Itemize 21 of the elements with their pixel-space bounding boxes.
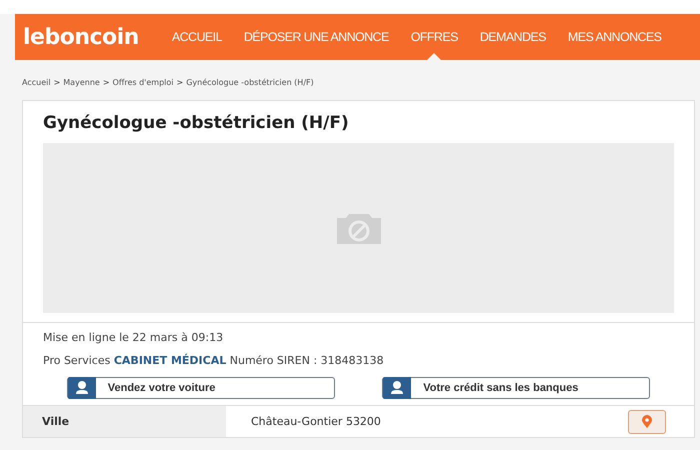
detail-value: Château-Gontier 53200: [250, 415, 382, 428]
nav-tab[interactable]: OFFRES: [400, 14, 469, 60]
breadcrumb-separator: >: [176, 78, 184, 89]
nav-tab[interactable]: DÉPOSER UNE ANNONCE: [232, 14, 400, 60]
breadcrumb-separator: >: [54, 78, 60, 89]
breadcrumb-link[interactable]: Accueil: [22, 78, 51, 100]
ad-title: Gynécologue -obstétricien (H/F): [42, 112, 350, 135]
promo-button[interactable]: Vendez votre voiture: [66, 377, 335, 399]
detail-label: Ville: [23, 406, 226, 437]
map-pin-button[interactable]: [628, 410, 666, 434]
promo-button[interactable]: Votre crédit sans les banques: [382, 377, 650, 399]
seller-info: Pro Services CABINET MÉDICAL Numéro SIREN : 318483138: [43, 354, 385, 367]
posted-date: Mise en ligne le 22 mars à 09:13: [43, 331, 224, 344]
breadcrumb-separator: >: [102, 78, 110, 89]
nav-tab[interactable]: DEMANDES: [468, 14, 557, 60]
map-pin-icon: [642, 415, 652, 428]
breadcrumb-link[interactable]: Offres d'emploi: [112, 78, 174, 100]
logo[interactable]: leboncoin: [23, 24, 139, 50]
nav-tab[interactable]: ACCUEIL: [160, 14, 233, 60]
nav-tab[interactable]: MES ANNONCES: [556, 14, 672, 60]
breadcrumb-link[interactable]: Mayenne: [63, 78, 100, 100]
